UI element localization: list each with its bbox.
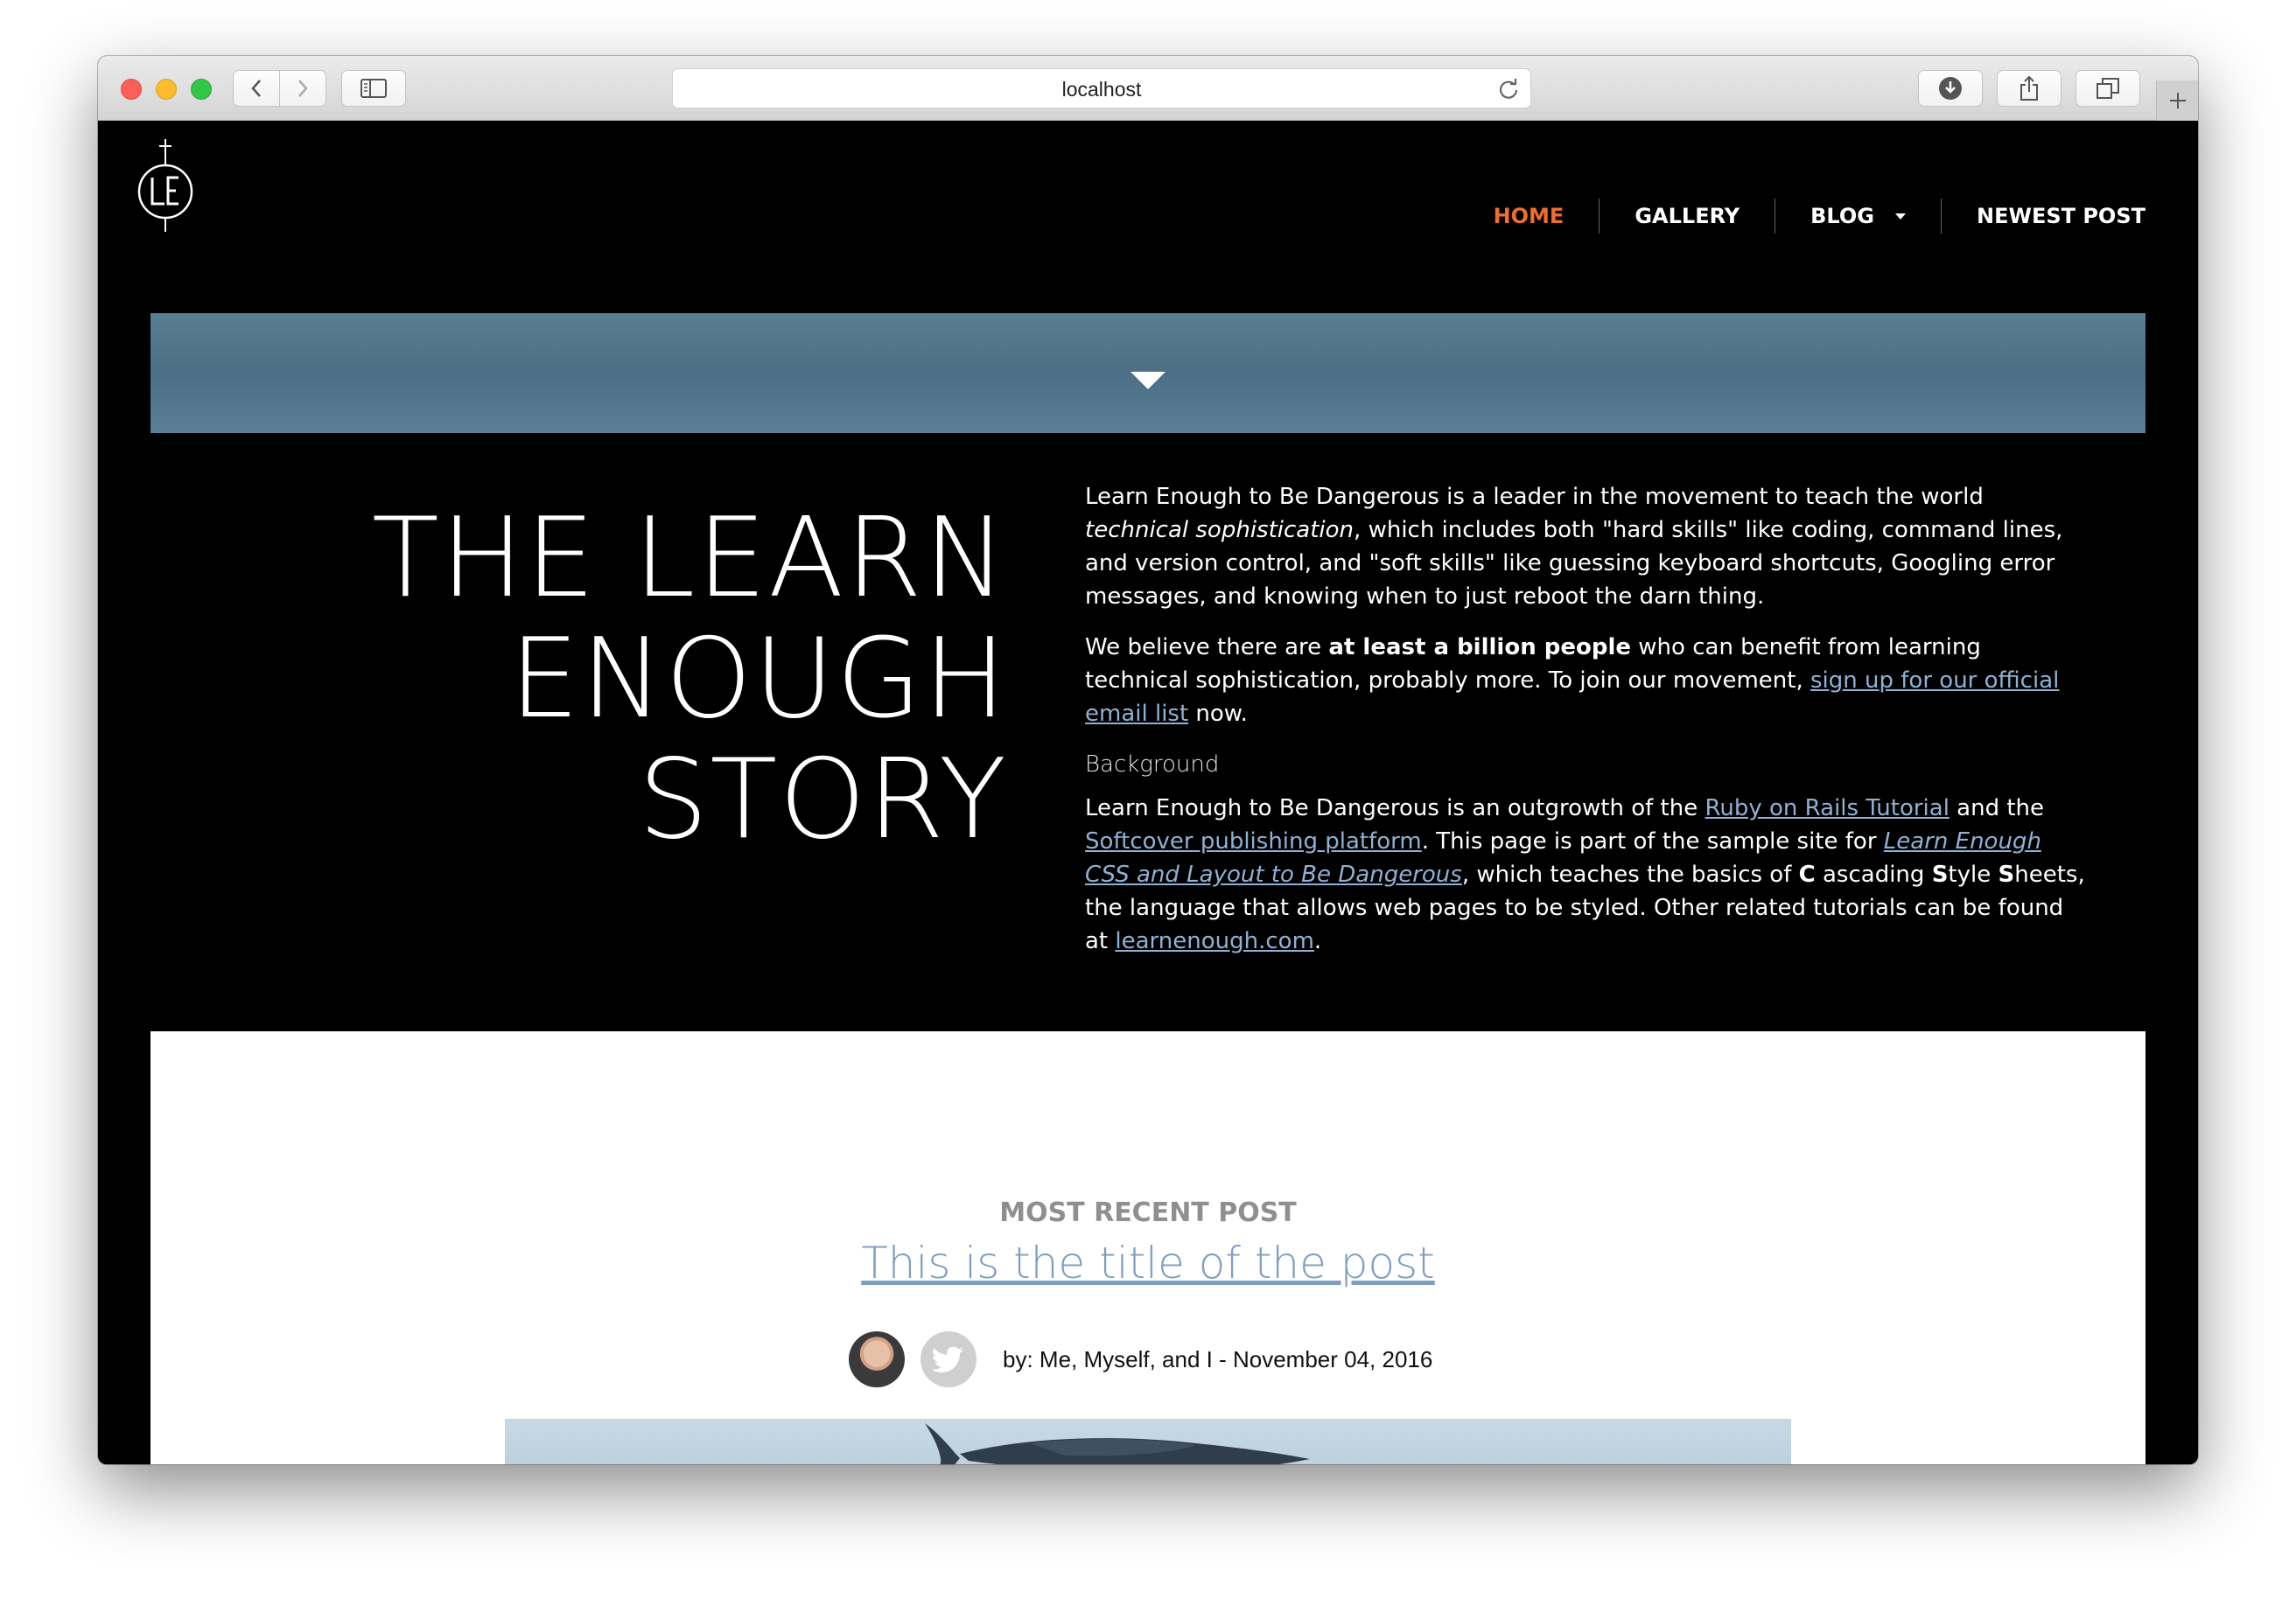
story-text: now. — [1188, 701, 1248, 727]
story-heading-line-2: ENOUGH — [509, 614, 1008, 743]
story-paragraph-1: Learn Enough to Be Dangerous is a leader… — [1085, 480, 2091, 613]
story-paragraph-3: Learn Enough to Be Dangerous is an outgr… — [1085, 792, 2091, 958]
plus-icon — [2169, 93, 2186, 108]
nav-gallery-label: GALLERY — [1634, 204, 1740, 228]
share-button[interactable] — [1997, 70, 2062, 107]
author-avatar[interactable] — [849, 1331, 905, 1387]
scroll-down-arrow-icon[interactable] — [1130, 372, 1166, 389]
most-recent-post-section: MOST RECENT POST This is the title of th… — [150, 1031, 2146, 1464]
story-strong: at least a billion people — [1328, 634, 1632, 660]
post-byline: by: Me, Myself, and I - November 04, 201… — [849, 1330, 1432, 1388]
tabs-icon — [2096, 78, 2119, 99]
story-heading-line-3: STORY — [638, 735, 1008, 863]
sidebar-icon — [360, 79, 387, 98]
nav-newest-post[interactable]: NEWEST POST — [1940, 199, 2146, 234]
story-heading-line-1: THE LEARN — [371, 493, 1008, 622]
shark-illustration — [925, 1423, 1310, 1464]
story-text: tyle — [1948, 862, 1998, 888]
learnenough-link[interactable]: learnenough.com — [1115, 928, 1314, 954]
minimize-window-button[interactable] — [156, 79, 177, 100]
tab-overview-button[interactable] — [2076, 70, 2140, 107]
reload-icon[interactable] — [1497, 78, 1520, 101]
download-icon — [1939, 77, 1962, 100]
share-icon — [2020, 75, 2038, 101]
story-paragraph-2: We believe there are at least a billion … — [1085, 631, 2091, 730]
story-text: , which teaches the basics of — [1461, 862, 1799, 888]
browser-window: localhost HOME GALLERY BLOG NEWEST POST … — [98, 56, 2198, 1464]
close-window-button[interactable] — [121, 79, 142, 100]
story-heading: THE LEARN ENOUGH STORY — [220, 498, 1008, 860]
twitter-icon[interactable] — [920, 1331, 976, 1387]
address-bar[interactable]: localhost — [672, 68, 1531, 108]
twitter-bird-icon — [933, 1346, 963, 1372]
nav-blog[interactable]: BLOG — [1774, 199, 1941, 234]
nav-home[interactable]: HOME — [1459, 199, 1600, 234]
post-image[interactable] — [505, 1419, 1791, 1464]
chevron-right-icon — [298, 80, 308, 97]
story-text: We believe there are — [1085, 634, 1329, 660]
story-emphasis: technical sophistication — [1085, 517, 1354, 543]
story-strong: S — [1931, 862, 1949, 888]
nav-blog-label: BLOG — [1810, 204, 1874, 228]
byline-text: by: Me, Myself, and I - November 04, 201… — [1003, 1345, 1433, 1372]
browser-toolbar: localhost — [98, 56, 2198, 121]
rails-tutorial-link[interactable]: Ruby on Rails Tutorial — [1704, 795, 1949, 821]
story-text: and the — [1949, 795, 2045, 821]
story-text: Learn Enough to Be Dangerous is an outgr… — [1085, 795, 1705, 821]
zoom-window-button[interactable] — [191, 79, 212, 100]
most-recent-post-label: MOST RECENT POST — [999, 1198, 1297, 1228]
web-page: HOME GALLERY BLOG NEWEST POST THE LEARN … — [98, 122, 2198, 1464]
back-button[interactable] — [233, 70, 280, 107]
nav-gallery[interactable]: GALLERY — [1599, 199, 1774, 234]
forward-button[interactable] — [279, 70, 326, 107]
downloads-button[interactable] — [1918, 70, 1983, 107]
background-heading: Background — [1085, 751, 1220, 778]
softcover-link[interactable]: Softcover publishing platform — [1085, 828, 1422, 855]
nav-newest-post-label: NEWEST POST — [1976, 204, 2146, 228]
sidebar-toggle-button[interactable] — [341, 70, 406, 107]
story-text: . — [1313, 928, 1322, 954]
story-text: . This page is part of the sample site f… — [1421, 828, 1884, 855]
main-nav: HOME GALLERY BLOG NEWEST POST — [1459, 199, 2146, 234]
post-title-link[interactable]: This is the title of the post — [150, 1238, 2146, 1288]
story-strong: C — [1798, 862, 1816, 888]
chevron-left-icon — [251, 80, 261, 97]
story-text: ascading — [1815, 862, 1932, 888]
site-logo[interactable] — [135, 137, 196, 234]
address-text: localhost — [1061, 78, 1142, 101]
story-text: Learn Enough to Be Dangerous is a leader… — [1085, 484, 1984, 510]
caret-down-icon — [1894, 213, 1906, 220]
story-body: Learn Enough to Be Dangerous is a leader… — [1085, 480, 2091, 975]
new-tab-button[interactable] — [2156, 80, 2198, 121]
nav-home-label: HOME — [1493, 204, 1564, 228]
story-strong: S — [1998, 862, 2015, 888]
hero-banner — [150, 313, 2146, 433]
